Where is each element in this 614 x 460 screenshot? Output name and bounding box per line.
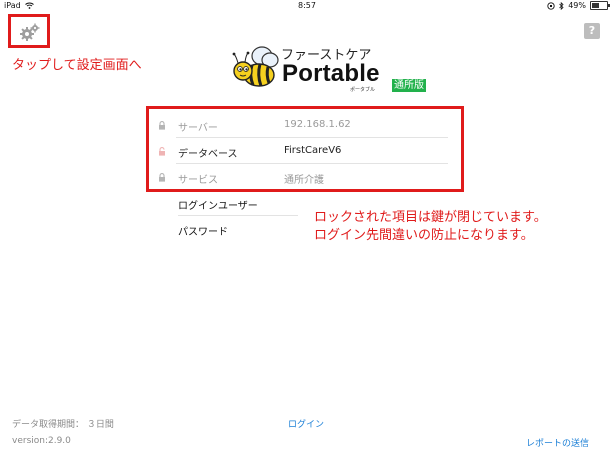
bluetooth-icon bbox=[559, 1, 564, 10]
database-value[interactable]: FirstCareV6 bbox=[284, 145, 341, 156]
battery-icon bbox=[590, 1, 610, 10]
service-label: サービス bbox=[178, 175, 218, 186]
password-field[interactable]: パスワード bbox=[178, 223, 228, 238]
status-bar: iPad 8:57 49% bbox=[0, 0, 614, 13]
battery-fill bbox=[592, 3, 599, 8]
question-icon: ? bbox=[588, 24, 596, 37]
settings-row-server: サーバー 192.168.1.62 bbox=[156, 113, 448, 139]
row-divider bbox=[178, 215, 298, 216]
lock-annotation-line2: ログイン先間違いの防止になります。 bbox=[314, 228, 534, 243]
login-user-label: ログインユーザー bbox=[178, 201, 258, 212]
settings-row-service: サービス 通所介護 bbox=[156, 165, 448, 191]
settings-row-database[interactable]: データベース FirstCareV6 bbox=[156, 139, 448, 165]
password-label: パスワード bbox=[178, 227, 228, 238]
app-name-en: Portable bbox=[282, 60, 380, 87]
help-button[interactable]: ? bbox=[584, 23, 600, 39]
row-divider bbox=[176, 137, 448, 138]
status-time: 8:57 bbox=[298, 1, 316, 10]
edition-badge: 通所版 bbox=[392, 79, 426, 92]
send-report-button[interactable]: レポートの送信 bbox=[526, 436, 589, 449]
server-label: サーバー bbox=[178, 123, 218, 134]
login-button[interactable]: ログイン bbox=[288, 417, 324, 430]
lock-closed-icon bbox=[159, 121, 165, 130]
data-period-text: データ取得期間： ３日間 bbox=[12, 420, 114, 430]
server-value: 192.168.1.62 bbox=[284, 119, 351, 130]
gear-icon bbox=[20, 23, 40, 41]
row-divider bbox=[176, 163, 448, 164]
settings-annotation: タップして設定画面へ bbox=[12, 58, 142, 73]
battery-percent: 49% bbox=[568, 1, 586, 10]
settings-button[interactable] bbox=[8, 14, 50, 48]
bee-logo-icon bbox=[232, 46, 279, 87]
lock-annotation-line1: ロックされた項目は鍵が閉じています。 bbox=[314, 210, 547, 225]
service-value: 通所介護 bbox=[284, 175, 324, 186]
database-label: データベース bbox=[178, 149, 238, 160]
login-user-field[interactable]: ログインユーザー bbox=[178, 197, 258, 212]
rotation-lock-icon bbox=[547, 1, 555, 10]
lock-closed-icon bbox=[159, 173, 165, 182]
lock-open-icon bbox=[159, 147, 165, 156]
version-text: version:2.9.0 bbox=[12, 436, 71, 446]
app-name-kana: ポータブル bbox=[350, 87, 376, 93]
